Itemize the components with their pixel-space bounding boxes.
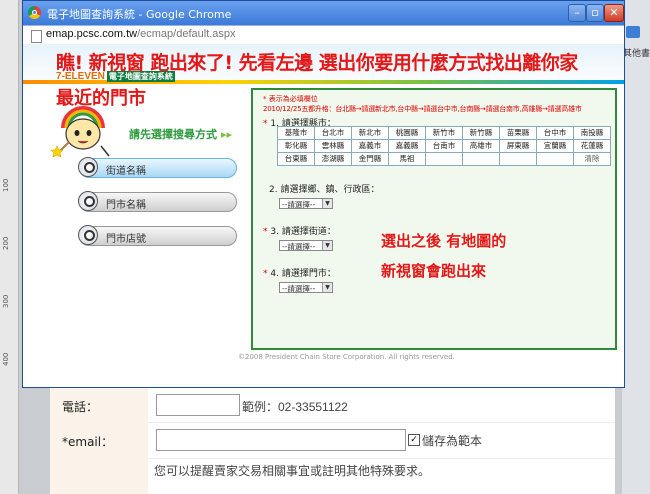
county-cell[interactable]: 台東縣: [277, 152, 315, 166]
title-bar[interactable]: 電子地圖查詢系統 - Google Chrome – ▫ ✕: [23, 1, 624, 25]
annotation-note-line2: 新視窗會跑出來: [381, 262, 487, 280]
county-cell[interactable]: 新竹縣: [462, 126, 500, 140]
popup-window: 電子地圖查詢系統 - Google Chrome – ▫ ✕ emap.pcsc…: [22, 0, 625, 388]
ruler-label: 200: [2, 236, 10, 250]
clear-button[interactable]: 清除: [573, 152, 611, 166]
vertical-ruler: 100 200 300 400: [0, 0, 19, 494]
store-select[interactable]: --請選擇--: [279, 282, 333, 293]
county-cell[interactable]: 新北市: [351, 126, 389, 140]
close-button[interactable]: ✕: [604, 4, 624, 22]
county-cell[interactable]: 嘉義市: [351, 139, 389, 153]
email-label-cell: *email：: [50, 422, 148, 458]
update-note: 2010/12/25五都升格：台北縣→請選新北市,台中縣→請選台中市,台南縣→請…: [263, 105, 582, 113]
county-cell[interactable]: 嘉義縣: [388, 139, 426, 153]
phone-label-cell: 電話：: [50, 388, 148, 422]
county-cell-empty: [499, 152, 537, 166]
district-select[interactable]: --請選擇--: [279, 198, 333, 209]
county-cell[interactable]: 雲林縣: [314, 139, 352, 153]
page-icon: [31, 30, 42, 43]
county-cell-empty: [462, 152, 500, 166]
county-cell[interactable]: 新竹市: [425, 126, 463, 140]
phone-row: 電話： 範例：02-33551122: [50, 388, 615, 423]
memo-hint: 您可以提醒賣家交易相關事宜或註明其他特殊要求。: [154, 464, 431, 478]
magnifier-icon: [78, 157, 98, 177]
county-cell-empty: [536, 152, 574, 166]
county-cell[interactable]: 金門縣: [351, 152, 389, 166]
county-cell[interactable]: 台北市: [314, 126, 352, 140]
county-cell[interactable]: 台中市: [536, 126, 574, 140]
required-star: *: [263, 269, 268, 279]
phone-hint: 範例：02-33551122: [242, 400, 348, 414]
county-cell[interactable]: 屏東縣: [499, 139, 537, 153]
email-label: *email：: [62, 435, 114, 449]
ruler-label: 100: [2, 178, 10, 192]
required-star: *: [263, 119, 268, 129]
ruler-label: 400: [2, 352, 10, 366]
step3-label: * 3. 請選擇街道：: [263, 224, 336, 237]
window-title: 電子地圖查詢系統 - Google Chrome: [47, 8, 232, 21]
county-table: 基隆市 台北市 新北市 桃園縣 新竹市 新竹縣 苗栗縣 台中市 南投縣 彰化縣 …: [277, 126, 611, 166]
county-cell[interactable]: 高雄市: [462, 139, 500, 153]
county-cell[interactable]: 台南市: [425, 139, 463, 153]
search-method-prompt: 請先選擇搜尋方式 ▸▸: [129, 126, 232, 142]
county-cell[interactable]: 南投縣: [573, 126, 611, 140]
email-input[interactable]: [156, 429, 406, 451]
menu-label: 街道名稱: [106, 166, 146, 177]
required-star: *: [263, 227, 268, 237]
menu-label: 門市名稱: [106, 200, 146, 211]
street-select[interactable]: --請選擇--: [279, 240, 333, 251]
maximize-button[interactable]: ▫: [586, 4, 604, 22]
popup-content: 7-ELEVEN 電子地圖查詢系統 瞧! 新視窗 跑出來了! 先看左邊 選出你要用…: [23, 44, 624, 387]
county-cell[interactable]: 宜蘭縣: [536, 139, 574, 153]
other-bookmarks-label[interactable]: 其他書籤: [623, 46, 650, 59]
save-template-checkbox[interactable]: ✓: [408, 434, 420, 446]
url-text[interactable]: emap.pcsc.com.tw/ecmap/default.aspx: [46, 28, 236, 40]
search-by-street-button[interactable]: 街道名稱: [78, 157, 237, 178]
mascot-icon: [51, 106, 110, 158]
prompt-arrow-icon: ▸▸: [221, 128, 233, 141]
step2-label: 2. 請選擇鄉、鎮、行政區：: [269, 185, 380, 195]
url-host: emap.pcsc.com.tw: [46, 28, 138, 40]
memo-row: 您可以提醒賣家交易相關事宜或註明其他特殊要求。: [50, 458, 615, 494]
magnifier-icon: [78, 225, 98, 245]
county-cell[interactable]: 苗栗縣: [499, 126, 537, 140]
search-by-store-number-button[interactable]: 門市店號: [78, 225, 237, 246]
magnifier-icon: [78, 191, 98, 211]
county-cell[interactable]: 基隆市: [277, 126, 315, 140]
county-cell-empty: [425, 152, 463, 166]
step3-text: 3. 請選擇街道：: [270, 227, 336, 237]
minimize-button[interactable]: –: [568, 4, 586, 22]
address-bar[interactable]: emap.pcsc.com.tw/ecmap/default.aspx: [23, 25, 624, 46]
annotation-banner-line1: 瞧! 新視窗 跑出來了! 先看左邊 選出你要用什麼方式找出離你家: [56, 52, 578, 74]
copyright-text: ©2008 President Chain Store Corporation.…: [238, 353, 455, 361]
county-cell[interactable]: 彰化縣: [277, 139, 315, 153]
annotation-note-line1: 選出之後 有地圖的: [381, 232, 507, 250]
step4-label: * 4. 請選擇門市：: [263, 266, 336, 279]
email-row: *email： ✓ 儲存為範本: [50, 422, 615, 459]
bookmark-folder-icon[interactable]: [626, 26, 640, 38]
county-cell[interactable]: 桃園縣: [388, 126, 426, 140]
order-form: 電話： 範例：02-33551122 *email： ✓ 儲存為範本 您可以提醒…: [50, 388, 615, 494]
step4-text: 4. 請選擇門市：: [270, 269, 336, 279]
bookmarks-area: 其他書籤: [622, 0, 650, 494]
county-cell[interactable]: 花蓮縣: [573, 139, 611, 153]
required-note: * 表示為必填欄位: [263, 95, 318, 103]
chrome-logo-icon: [28, 6, 41, 19]
search-panel: * 表示為必填欄位 2010/12/25五都升格：台北縣→請選新北市,台中縣→請…: [251, 88, 617, 350]
search-by-store-name-button[interactable]: 門市名稱: [78, 191, 237, 212]
county-cell[interactable]: 澎湖縣: [314, 152, 352, 166]
ruler-label: 300: [2, 294, 10, 308]
county-cell[interactable]: 馬祖: [388, 152, 426, 166]
prompt-text: 請先選擇搜尋方式: [129, 128, 217, 141]
url-path: /ecmap/default.aspx: [137, 28, 236, 40]
phone-input[interactable]: [156, 394, 240, 416]
memo-label-cell: [50, 458, 148, 494]
phone-label: 電話：: [62, 400, 99, 414]
save-template-label: 儲存為範本: [422, 434, 483, 448]
menu-label: 門市店號: [106, 234, 146, 245]
